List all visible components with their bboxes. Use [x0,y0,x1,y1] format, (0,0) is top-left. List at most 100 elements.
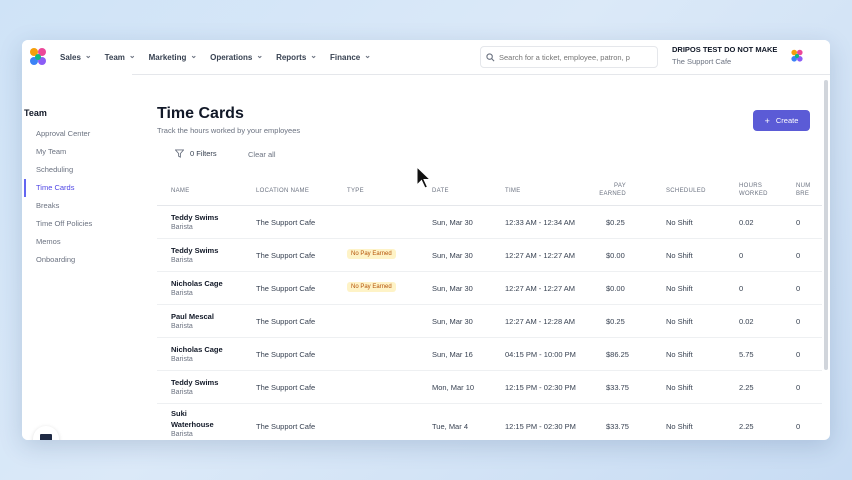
shift-date: Mon, Mar 10 [432,383,475,392]
app-window: Sales ⌄ Team ⌄ Marketing ⌄ Operations ⌄ Reports ⌄… [22,40,830,440]
location-name: The Support Cafe [256,251,316,260]
sidebar-item-breaks[interactable]: Breaks [24,197,124,215]
shift-time: 12:15 PM - 02:30 PM [505,422,576,431]
chevron-down-icon: ⌄ [128,50,136,60]
sidebar-item-time-cards[interactable]: Time Cards [24,179,124,197]
column-header: SCHEDULED [666,188,706,194]
hours-worked: 5.75 [739,350,754,359]
employee-role: Barista [171,356,193,363]
page-title: Time Cards [157,105,244,122]
nav-item-marketing[interactable]: Marketing ⌄ [148,50,198,62]
nav-item-reports[interactable]: Reports ⌄ [276,51,317,62]
number-of-breaks: 0 [796,422,801,431]
main-content: Time Cards Track the hours worked by you… [157,74,830,440]
scheduled-shift: No Shift [666,350,693,359]
number-of-breaks: 0 [796,317,801,326]
search-input[interactable] [499,52,649,62]
number-of-breaks: 0 [796,251,801,260]
employee-role: Barista [171,323,193,330]
location-name: The Support Cafe [256,383,316,392]
pay-earned: $0.00 [606,284,625,293]
shift-date: Sun, Mar 30 [432,284,473,293]
employee-name[interactable]: Teddy Swims [171,213,218,222]
create-button[interactable]: + Create [753,110,810,131]
page-subtitle: Track the hours worked by your employees [157,126,301,135]
clear-all-button[interactable]: Clear all [248,150,276,159]
shift-date: Tue, Mar 4 [432,422,468,431]
nav-item-label: Marketing [148,52,187,62]
plus-icon: + [764,115,770,126]
column-header: NAME [171,188,190,194]
column-header: LOCATION NAME [256,188,310,194]
chat-button[interactable] [33,426,59,440]
table-row[interactable]: Teddy Swims Barista The Support Cafe Mon, M… [157,371,822,404]
chevron-down-icon: ⌄ [364,50,371,60]
nav-item-finance[interactable]: Finance ⌄ [330,50,371,62]
table-row[interactable]: Nicholas Cage Barista The Support Cafe Sun,… [157,338,822,371]
nav-item-label: Operations [210,52,253,62]
employee-name[interactable]: Teddy Swims [171,378,218,387]
chevron-down-icon: ⌄ [84,50,92,60]
table-row[interactable]: Nicholas Cage Barista The Support Cafe Sun,… [157,272,822,305]
scheduled-shift: No Shift [666,317,693,326]
sidebar-list: Approval Center My Team Scheduling Time Car… [24,125,124,269]
number-of-breaks: 0 [796,218,801,227]
nav-item-label: Sales [60,52,81,62]
employee-role: Barista [171,431,193,438]
location-name: The Support Cafe [256,317,316,326]
status-badge: No Pay Earned [347,282,396,292]
pay-earned: $86.25 [606,350,629,359]
search-box[interactable] [480,46,658,68]
chevron-down-icon: ⌄ [190,50,198,60]
nav-item-team[interactable]: Team ⌄ [105,50,136,62]
sidebar-item-scheduling[interactable]: Scheduling [24,161,124,179]
nav-item-sales[interactable]: Sales ⌄ [60,50,92,62]
location-name: The Support Cafe [256,284,316,293]
number-of-breaks: 0 [796,383,801,392]
employee-name[interactable]: Nicholas Cage [171,279,223,288]
sidebar-item-my-team[interactable]: My Team [24,143,124,161]
sidebar-item-time-off-policies[interactable]: Time Off Policies [24,215,124,233]
scheduled-shift: No Shift [666,218,693,227]
table-row[interactable]: Suki Waterhouse Barista The Support Cafe Tu… [157,404,822,440]
shift-date: Sun, Mar 30 [432,218,473,227]
sidebar-title: Team [24,108,47,118]
table-row[interactable]: Teddy Swims Barista The Support Cafe Sun, M… [157,239,822,272]
hours-worked: 0.02 [739,218,754,227]
chat-icon [40,434,52,440]
employee-name[interactable]: Suki Waterhouse [171,408,221,430]
hours-worked: 0 [739,284,744,293]
shift-time: 12:27 AM - 12:27 AM [505,284,576,293]
scheduled-shift: No Shift [666,251,693,260]
account-location: The Support Cafe [672,57,732,66]
hours-worked: 2.25 [739,422,754,431]
employee-role: Barista [171,257,193,264]
vertical-scrollbar[interactable] [824,80,828,370]
employee-name[interactable]: Paul Mescal [171,312,214,321]
account-switcher[interactable]: DRIPOS TEST DO NOT MAKE The Support Cafe [672,45,777,66]
sidebar-item-memos[interactable]: Memos [24,233,124,251]
status-badge: No Pay Earned [347,249,396,259]
nav-item-operations[interactable]: Operations ⌄ [210,51,263,62]
search-icon [481,52,499,62]
account-logo-icon[interactable] [790,49,804,63]
column-header: NUM BRE [796,183,811,197]
scheduled-shift: No Shift [666,284,693,293]
filters-button[interactable]: 0 Filters [175,149,217,158]
shift-time: 12:27 AM - 12:27 AM [505,251,576,260]
location-name: The Support Cafe [256,350,316,359]
employee-name[interactable]: Nicholas Cage [171,345,223,354]
sidebar-item-approval-center[interactable]: Approval Center [24,125,124,143]
nav-item-label: Finance [330,52,361,62]
sidebar-item-onboarding[interactable]: Onboarding [24,251,124,269]
mouse-cursor-icon [416,166,432,189]
location-name: The Support Cafe [256,422,316,431]
dripos-logo-icon[interactable] [28,47,48,67]
table-row[interactable]: Teddy Swims Barista The Support Cafe Sun, M… [157,206,822,239]
shift-date: Sun, Mar 16 [432,350,473,359]
table-body: Teddy Swims Barista The Support Cafe Sun, M… [157,206,822,440]
hours-worked: 0.02 [739,317,754,326]
number-of-breaks: 0 [796,284,801,293]
employee-name[interactable]: Teddy Swims [171,246,218,255]
table-row[interactable]: Paul Mescal Barista The Support Cafe Sun, M… [157,305,822,338]
